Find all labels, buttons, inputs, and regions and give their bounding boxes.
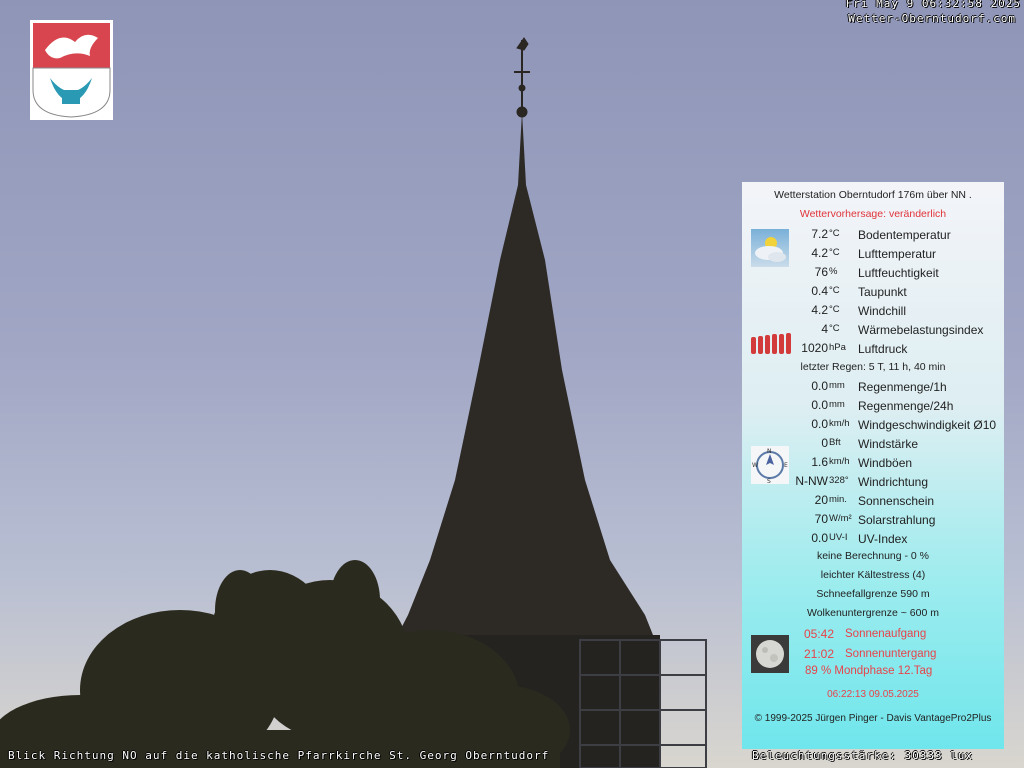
measurement-label: Windrichtung <box>858 475 929 489</box>
measurement-unit: °C <box>829 323 840 334</box>
sunset-label: Sonnenuntergang <box>845 648 937 660</box>
church-spire <box>395 112 655 640</box>
forecast-text: Wettervorhersage: veränderlich <box>799 208 947 220</box>
measurement-unit: km/h <box>829 456 850 467</box>
measurement-unit: km/h <box>829 418 850 429</box>
measurement-row: 20 min. Sonnenschein <box>742 493 1004 512</box>
measurement-row: 0.4 °C Taupunkt <box>742 284 1004 303</box>
site-overlay: Wetter-Oberntudorf.com <box>848 12 1016 25</box>
measurement-value: 0.4 <box>811 284 828 298</box>
measurement-label: Bodentemperatur <box>858 228 951 242</box>
measurement-value: 4.2 <box>811 246 828 260</box>
svg-text:W: W <box>752 462 758 469</box>
measurement-unit: UV-I <box>829 532 848 543</box>
measurement-unit: 328° <box>829 475 849 486</box>
measurement-label: Windstärke <box>858 437 919 451</box>
measurement-value: 0.0 <box>811 417 828 431</box>
measurement-unit: mm <box>829 380 845 391</box>
measurement-row: 70 W/m² Solarstrahlung <box>742 512 1004 531</box>
measurement-unit: W/m² <box>829 513 852 524</box>
measurement-unit: °C <box>829 247 840 258</box>
illuminance-overlay: Beleuchtungsstärke: 30333 lux <box>752 749 974 762</box>
measurement-value: 76 <box>814 265 828 279</box>
station-title: Wetterstation Oberntudorf 176m über NN . <box>774 189 972 201</box>
measurement-value: 1.6 <box>811 455 828 469</box>
wind-compass-icon: N S W E <box>751 446 789 485</box>
measurement-label: Solarstrahlung <box>858 513 936 527</box>
measurement-label: Windgeschwindigkeit Ø10 <box>858 418 997 432</box>
measurement-value: 4 <box>821 322 828 336</box>
measurement-row: 4.2 °C Windchill <box>742 303 1004 322</box>
measurement-unit: min. <box>829 494 847 505</box>
measurement-label: Windchill <box>858 304 907 318</box>
datetime-overlay: Fri May 9 06:32:58 2025 <box>845 0 1021 10</box>
measurement-row: 0.0 km/h Windgeschwindigkeit Ø10 <box>742 417 1004 436</box>
measurement-value: 20 <box>814 493 828 507</box>
measurement-value: 7.2 <box>811 227 828 241</box>
measurement-label: Sonnenschein <box>858 494 935 508</box>
measurement-unit: °C <box>829 304 840 315</box>
measurement-label: Lufttemperatur <box>858 247 937 261</box>
svg-text:E: E <box>784 462 788 469</box>
measurement-value: 0.0 <box>811 531 828 545</box>
weather-panel: Wetterstation Oberntudorf 176m über NN .… <box>742 182 1004 749</box>
sunset-time: 21:02 <box>804 647 835 661</box>
measurement-row: 4 °C Wärmebelastungsindex <box>742 322 1004 341</box>
svg-text:S: S <box>767 478 771 484</box>
measurement-row: 0.0 mm Regenmenge/24h <box>742 398 1004 417</box>
measurement-label: Regenmenge/24h <box>858 399 954 413</box>
measurement-label: Regenmenge/1h <box>858 380 947 394</box>
cloudbase-text: Wolkenuntergrenze ~ 600 m <box>806 607 939 619</box>
svg-text:N: N <box>767 448 772 455</box>
moon-phase: 89 % Mondphase 12.Tag <box>805 665 933 677</box>
measurement-value: 0 <box>821 436 828 450</box>
measurement-value: 1020 <box>801 341 828 355</box>
cold-stress-text: leichter Kältestress (4) <box>820 569 926 581</box>
measurement-label: UV-Index <box>858 532 908 546</box>
measurement-value: 70 <box>814 512 828 526</box>
measurement-value: 0.0 <box>811 398 828 412</box>
snowline-text: Schneefallgrenze 590 m <box>816 588 930 600</box>
caption-overlay: Blick Richtung NO auf die katholische Pf… <box>8 749 550 762</box>
last-rain: letzter Regen: 5 T, 11 h, 40 min <box>800 361 946 373</box>
sunrise-time: 05:42 <box>804 627 835 641</box>
update-stamp: 06:22:13 09.05.2025 <box>827 689 919 700</box>
measurement-label: Luftfeuchtigkeit <box>858 266 939 280</box>
measurement-value: 4.2 <box>811 303 828 317</box>
copyright: © 1999-2025 Jürgen Pinger - Davis Vantag… <box>754 713 992 724</box>
measurement-unit: Bft <box>829 437 841 448</box>
measurement-label: Wärmebelastungsindex <box>858 323 984 337</box>
measurement-row: 76% Luftfeuchtigkeit <box>742 265 1004 284</box>
measurement-value: 0.0 <box>811 379 828 393</box>
measurement-row: 4.2 °C Lufttemperatur <box>742 246 1004 265</box>
calc-text: keine Berechnung - 0 % <box>816 550 930 562</box>
measurement-row: 1020 hPa Luftdruck <box>742 341 1004 360</box>
measurement-unit: °C <box>829 228 840 239</box>
measurement-unit: hPa <box>829 342 846 353</box>
crest-icon <box>30 20 113 120</box>
measurement-unit: °C <box>829 285 840 296</box>
weathervane <box>514 37 530 118</box>
measurement-label: Windböen <box>858 456 913 470</box>
measurement-row: 0.0 mm Regenmenge/1h <box>742 379 1004 398</box>
measurement-row: 7.2 °C Bodentemperatur <box>742 227 1004 246</box>
measurement-unit: mm <box>829 399 845 410</box>
moon-icon <box>751 635 789 673</box>
measurement-unit: % <box>829 266 838 277</box>
measurement-row: 0.0 UV-I UV-Index <box>742 531 1004 550</box>
measurement-label: Taupunkt <box>858 285 907 299</box>
measurement-value: N-NW <box>795 474 828 488</box>
sunrise-label: Sonnenaufgang <box>845 628 927 640</box>
measurement-label: Luftdruck <box>858 342 908 356</box>
